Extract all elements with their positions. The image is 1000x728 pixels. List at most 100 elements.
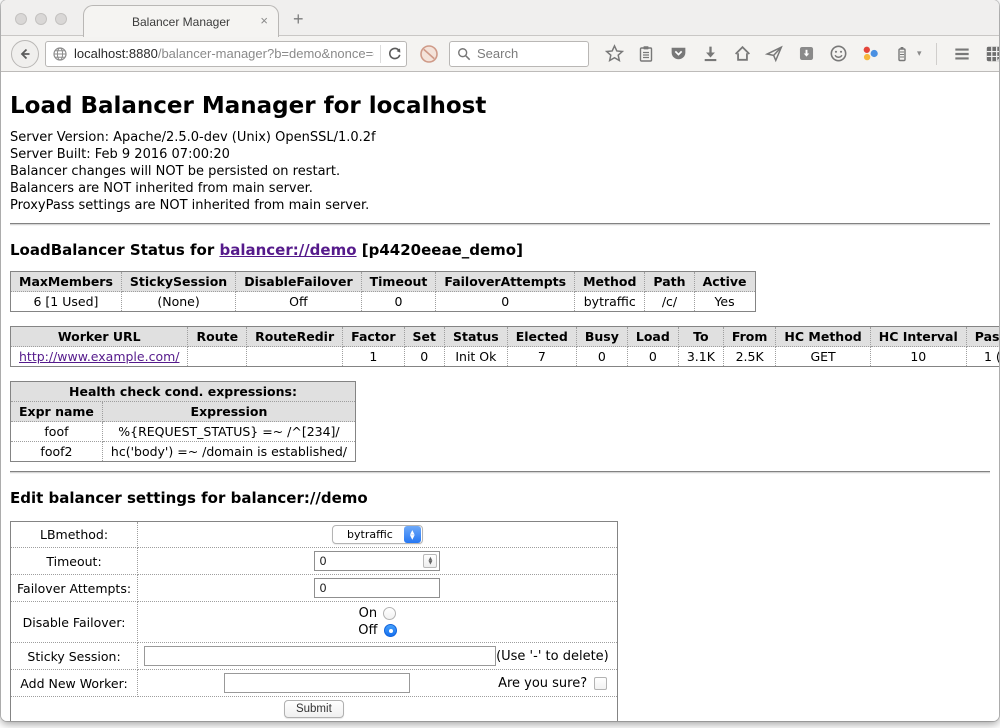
radio-on-label: On	[359, 606, 377, 621]
balancer-settings-form: LBmethod: bytraffic ▲▼ Timeout: 0 ▲▼	[10, 521, 618, 721]
data-cell: Init Ok	[445, 347, 508, 367]
tab-title: Balancer Manager	[132, 15, 230, 29]
download-icon[interactable]	[699, 43, 721, 65]
chevron-down-icon[interactable]: ▾	[917, 48, 922, 59]
status-heading: LoadBalancer Status for balancer://demo …	[10, 241, 990, 259]
tab-balancer-manager[interactable]: Balancer Manager ×	[83, 5, 279, 37]
header-cell: Worker URL	[11, 327, 188, 347]
timeout-input[interactable]: 0 ▲▼	[314, 551, 440, 571]
table-row: foof2hc('body') =~ /domain is establishe…	[11, 442, 356, 462]
header-cell: Passes	[966, 327, 999, 347]
navigation-toolbar: localhost:8880/balancer-manager?b=demo&n…	[1, 36, 999, 72]
pocket-icon[interactable]	[667, 43, 689, 65]
table-extension-icon[interactable]	[983, 43, 999, 65]
new-tab-button[interactable]: +	[293, 9, 304, 30]
health-check-table: Health check cond. expressions: Expr nam…	[10, 381, 356, 462]
content-blocker-icon[interactable]	[419, 44, 439, 64]
submit-button[interactable]: Submit	[284, 700, 344, 718]
table-header-row: Worker URLRouteRouteRedirFactorSetStatus…	[11, 327, 1000, 347]
url-bar[interactable]: localhost:8880/balancer-manager?b=demo&n…	[45, 41, 407, 67]
worker-url-link[interactable]: http://www.example.com/	[19, 349, 179, 364]
table-header-row: MaxMembersStickySessionDisableFailoverTi…	[11, 272, 756, 292]
data-cell: Yes	[694, 292, 755, 312]
smiley-icon[interactable]	[827, 43, 849, 65]
balancer-demo-link[interactable]: balancer://demo	[219, 241, 356, 259]
header-cell: From	[723, 327, 776, 347]
edit-settings-heading: Edit balancer settings for balancer://de…	[10, 489, 990, 507]
divider	[10, 471, 990, 474]
data-cell: http://www.example.com/	[11, 347, 188, 367]
table-header-row: Expr nameExpression	[11, 402, 356, 422]
header-cell: Timeout	[361, 272, 436, 292]
disable-failover-on-radio[interactable]	[383, 607, 396, 620]
data-cell: hc('body') =~ /domain is established/	[102, 442, 355, 462]
header-cell: Factor	[343, 327, 404, 347]
data-cell: 0	[404, 347, 444, 367]
data-cell: (None)	[121, 292, 235, 312]
browser-window: Balancer Manager × + localhost:8880/bala…	[1, 0, 999, 721]
header-cell: Busy	[576, 327, 627, 347]
disable-failover-off-radio[interactable]	[384, 624, 397, 637]
search-input[interactable]	[477, 46, 577, 61]
lbmethod-select[interactable]: bytraffic ▲▼	[332, 525, 423, 544]
are-you-sure-label: Are you sure?	[498, 676, 587, 691]
data-cell: /c/	[645, 292, 694, 312]
data-cell	[188, 347, 247, 367]
search-icon	[457, 47, 471, 61]
titlebar: Balancer Manager × +	[1, 0, 999, 36]
menu-icon[interactable]	[951, 43, 973, 65]
close-window-icon[interactable]	[15, 13, 27, 25]
colored-dots-icon[interactable]	[859, 43, 881, 65]
header-cell: Elected	[507, 327, 576, 347]
header-cell: DisableFailover	[236, 272, 361, 292]
sticky-session-input[interactable]	[144, 646, 496, 666]
header-cell: Expr name	[11, 402, 103, 422]
add-worker-label: Add New Worker:	[11, 670, 138, 697]
add-worker-input[interactable]	[224, 673, 410, 693]
zoom-window-icon[interactable]	[55, 13, 67, 25]
bookmark-star-icon[interactable]	[603, 43, 625, 65]
home-icon[interactable]	[731, 43, 753, 65]
header-cell: Method	[575, 272, 645, 292]
balancer-status-table: MaxMembersStickySessionDisableFailoverTi…	[10, 271, 756, 312]
battery-icon[interactable]	[891, 43, 913, 65]
are-you-sure-checkbox[interactable]	[594, 677, 607, 690]
search-bar[interactable]	[449, 41, 589, 67]
bookmarks-menu-icon[interactable]	[635, 43, 657, 65]
header-cell: Route	[188, 327, 247, 347]
data-cell: 0	[361, 292, 436, 312]
server-info: Server Version: Apache/2.5.0-dev (Unix) …	[10, 129, 990, 214]
toolbar-icons: ▾	[603, 43, 999, 65]
send-page-icon[interactable]	[763, 43, 785, 65]
worker-status-table: Worker URLRouteRouteRedirFactorSetStatus…	[10, 326, 999, 367]
header-cell: FailoverAttempts	[436, 272, 575, 292]
minimize-window-icon[interactable]	[35, 13, 47, 25]
server-version: Server Version: Apache/2.5.0-dev (Unix) …	[10, 129, 990, 146]
back-button[interactable]	[11, 40, 39, 68]
data-cell: 7	[507, 347, 576, 367]
failover-attempts-input[interactable]: 0	[314, 578, 440, 598]
data-cell	[247, 347, 343, 367]
page-title: Load Balancer Manager for localhost	[10, 72, 990, 129]
tab-close-icon[interactable]: ×	[260, 14, 268, 28]
divider	[10, 223, 990, 226]
lbmethod-label: LBmethod:	[11, 522, 138, 548]
proxypass-note: ProxyPass settings are NOT inherited fro…	[10, 197, 990, 214]
persist-note: Balancer changes will NOT be persisted o…	[10, 163, 990, 180]
square-arrow-down-icon[interactable]	[795, 43, 817, 65]
stepper-icon[interactable]: ▲▼	[423, 554, 437, 568]
header-cell: MaxMembers	[11, 272, 122, 292]
url-text[interactable]: localhost:8880/balancer-manager?b=demo&n…	[74, 46, 374, 61]
data-cell: 1 (0)	[966, 347, 999, 367]
window-controls[interactable]	[15, 13, 67, 25]
table-row: http://www.example.com/ 10Init Ok7003.1K…	[11, 347, 1000, 367]
data-cell: 0	[576, 347, 627, 367]
header-cell: HC Method	[776, 327, 870, 347]
reload-icon[interactable]	[387, 46, 402, 61]
data-cell: GET	[776, 347, 870, 367]
sticky-session-label: Sticky Session:	[11, 643, 138, 670]
data-cell: 3.1K	[678, 347, 723, 367]
data-cell: Off	[236, 292, 361, 312]
data-cell: 2.5K	[723, 347, 776, 367]
inherit-note: Balancers are NOT inherited from main se…	[10, 180, 990, 197]
